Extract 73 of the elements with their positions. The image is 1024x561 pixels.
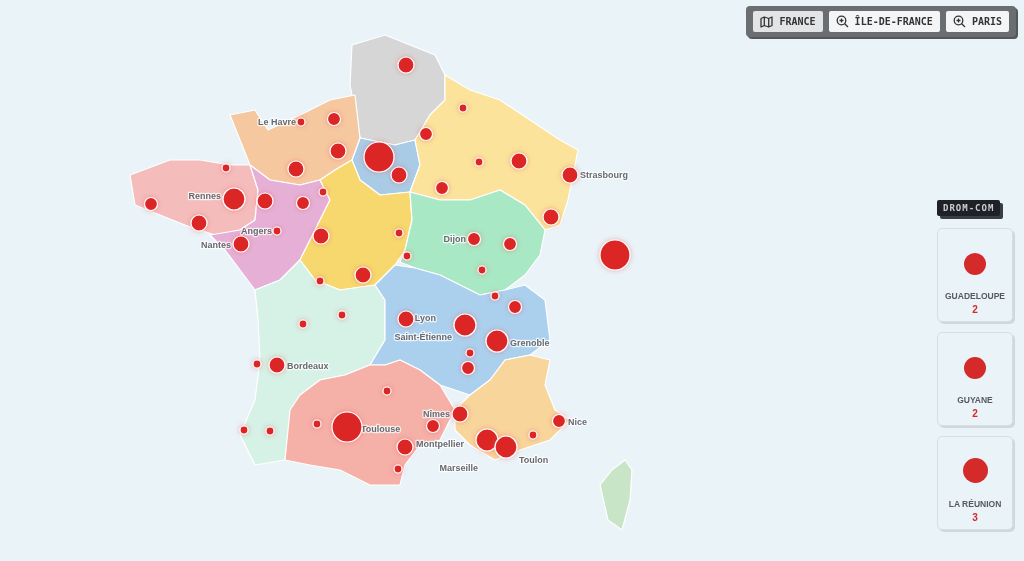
map-marker[interactable] [315, 276, 325, 286]
territory-count: 3 [972, 512, 978, 523]
map-marker[interactable] [396, 438, 414, 456]
map-marker[interactable] [542, 208, 560, 226]
map-marker[interactable] [477, 265, 487, 275]
map-marker[interactable] [190, 214, 208, 232]
city-label: Saint-Étienne [394, 332, 452, 342]
map-marker[interactable] [485, 329, 509, 353]
zoom-in-icon [835, 15, 849, 28]
map-marker[interactable] [561, 166, 579, 184]
territory-card[interactable]: GUADELOUPE 2 [937, 228, 1013, 322]
map-marker[interactable] [528, 430, 538, 440]
city-label: Strasbourg [580, 170, 628, 180]
territory-count: 2 [972, 304, 978, 315]
map-marker[interactable] [382, 386, 392, 396]
territory-name: GUADELOUPE [945, 291, 1005, 301]
map-marker[interactable] [222, 187, 246, 211]
map-marker[interactable] [393, 464, 403, 474]
city-label: Dijon [443, 234, 466, 244]
map-marker[interactable] [397, 56, 415, 74]
map-marker[interactable] [453, 313, 477, 337]
map-marker[interactable] [337, 310, 347, 320]
map-marker[interactable] [312, 419, 322, 429]
city-label: Nantes [201, 240, 231, 250]
map-marker[interactable] [272, 226, 282, 236]
map-marker[interactable] [239, 425, 249, 435]
map-icon [760, 15, 774, 28]
map-marker[interactable] [287, 160, 305, 178]
map-marker[interactable] [397, 310, 415, 328]
city-label: Toulouse [361, 424, 401, 434]
city-label: Toulon [519, 455, 549, 465]
city-label: Angers [241, 226, 272, 236]
zoom-in-icon [952, 15, 966, 28]
territory-card[interactable]: LA RÉUNION 3 [937, 436, 1013, 530]
map-marker[interactable] [329, 142, 347, 160]
city-label: Nîmes [423, 409, 450, 419]
map-marker[interactable] [402, 251, 412, 261]
territory-card[interactable]: GUYANE 2 [937, 332, 1013, 426]
map-marker[interactable] [265, 426, 275, 436]
map-marker[interactable] [490, 291, 500, 301]
map-marker[interactable] [394, 228, 404, 238]
territory-name: GUYANE [957, 395, 993, 405]
map-marker[interactable] [331, 411, 363, 443]
map-marker[interactable] [312, 227, 330, 245]
map-marker[interactable] [363, 141, 395, 173]
map-marker[interactable] [252, 359, 262, 369]
map-marker[interactable] [298, 319, 308, 329]
map-marker[interactable] [318, 187, 328, 197]
map-marker[interactable] [510, 152, 528, 170]
map-marker[interactable] [296, 117, 306, 127]
map-marker[interactable] [474, 157, 484, 167]
territory-count: 2 [972, 408, 978, 419]
city-label: Lyon [414, 313, 436, 323]
map-marker[interactable] [458, 103, 468, 113]
city-label: Bordeaux [287, 361, 329, 371]
map-view-button[interactable]: FRANCE [753, 11, 823, 32]
map-marker[interactable] [465, 348, 475, 358]
map-marker[interactable] [599, 239, 631, 271]
map-marker[interactable] [494, 435, 518, 459]
city-label: Rennes [188, 191, 221, 201]
city-label: Nice [568, 417, 587, 427]
map-marker[interactable] [390, 166, 408, 184]
drom-com-heading: DROM-COM [937, 200, 1001, 216]
map-marker[interactable] [451, 405, 469, 423]
city-label: Marseille [439, 463, 478, 473]
territory-name: LA RÉUNION [948, 499, 1002, 509]
map-marker[interactable] [232, 235, 250, 253]
map-view-button[interactable]: ÎLE-DE-FRANCE [828, 11, 940, 32]
map-marker[interactable] [475, 428, 499, 452]
map-marker[interactable] [268, 356, 286, 374]
map-marker[interactable] [221, 163, 231, 173]
map-marker[interactable] [354, 266, 372, 284]
map-view-button[interactable]: PARIS [945, 11, 1009, 32]
